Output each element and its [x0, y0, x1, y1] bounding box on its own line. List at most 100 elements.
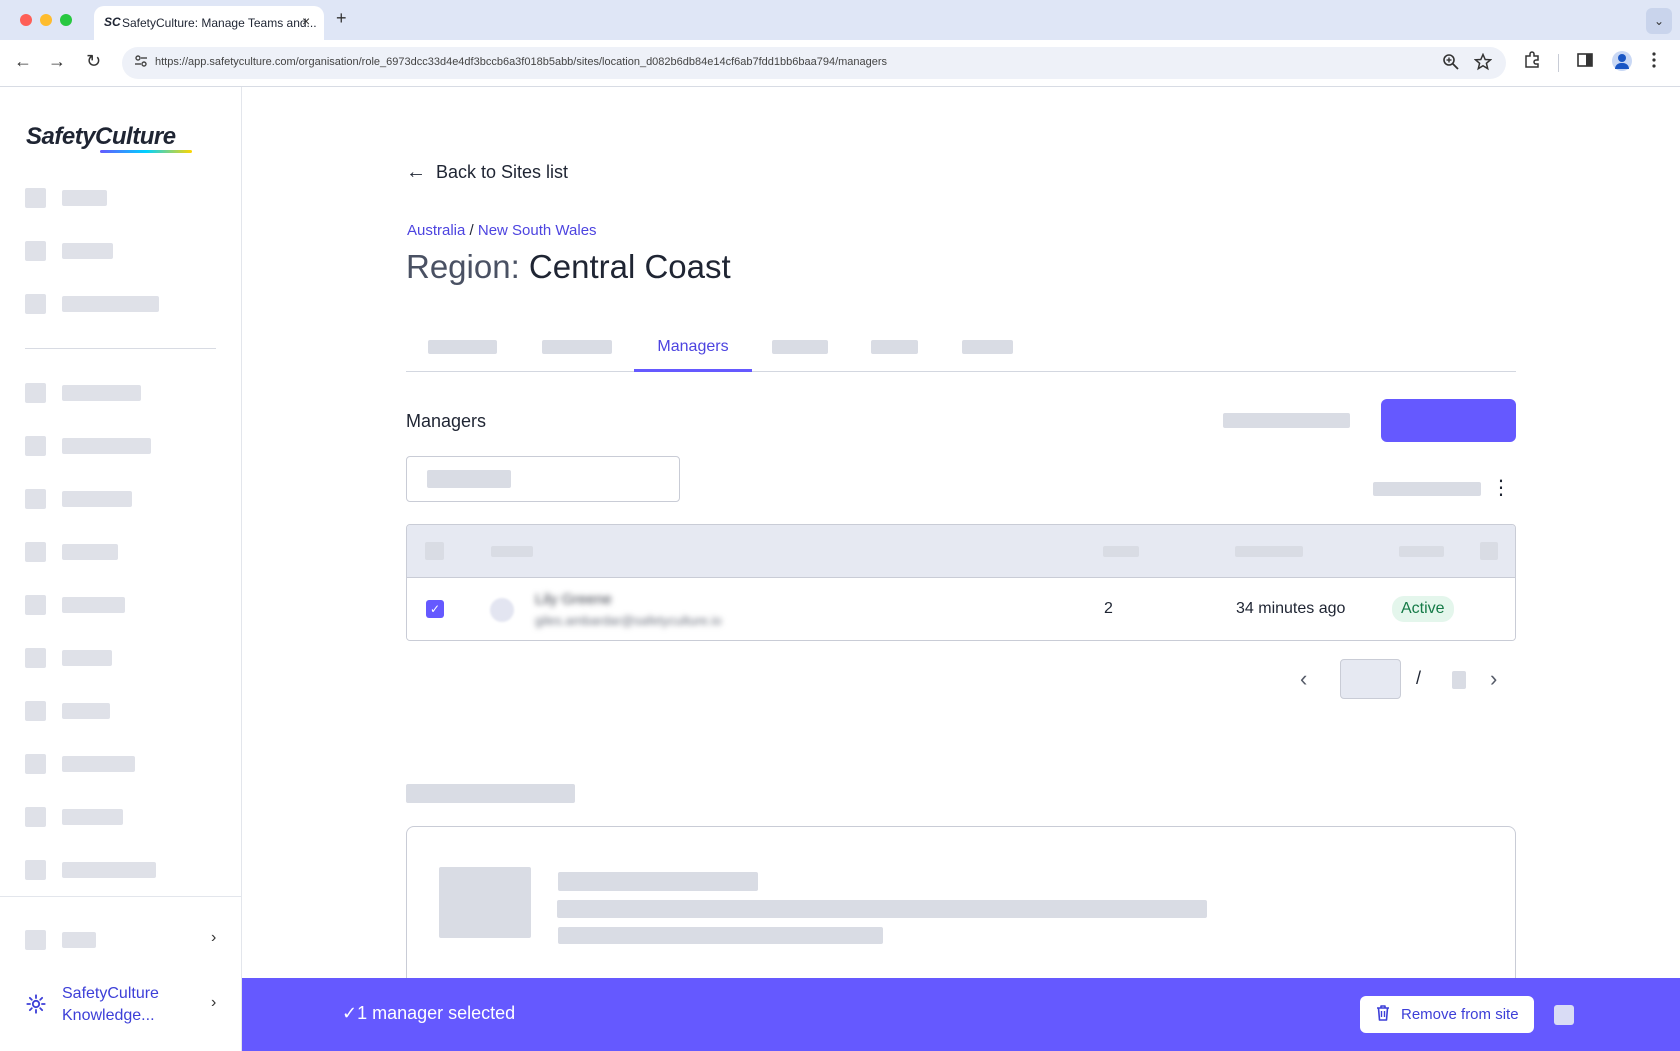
more-options-icon[interactable]: ⋮	[1491, 478, 1511, 498]
sidebar-item-label	[62, 932, 96, 948]
pagination-next-icon[interactable]: ›	[1490, 666, 1497, 692]
sidebar-item-icon	[25, 595, 46, 615]
card-text-placeholder	[557, 900, 1207, 918]
table-row[interactable]: ✓ Lily Greene giles.ambardar@safetycultu…	[407, 579, 1515, 640]
back-label: Back to Sites list	[436, 162, 569, 182]
address-bar[interactable]: https://app.safetyculture.com/organisati…	[122, 47, 1506, 79]
column-header-last-active[interactable]	[1235, 546, 1303, 557]
add-manager-button[interactable]	[1381, 399, 1516, 442]
site-settings-icon[interactable]	[134, 54, 148, 68]
favicon-icon: SC	[104, 15, 121, 29]
sidebar-item[interactable]	[25, 858, 225, 882]
sidebar-item-icon	[25, 241, 46, 261]
tab-placeholder[interactable]	[542, 340, 612, 354]
sidebar-item[interactable]	[25, 239, 225, 263]
search-input[interactable]	[406, 456, 680, 502]
close-selection-icon[interactable]	[1554, 1005, 1574, 1025]
sidebar-item[interactable]	[25, 805, 225, 829]
sidebar-bottom-divider	[0, 896, 242, 897]
column-header-count[interactable]	[1103, 546, 1139, 557]
trash-icon	[1377, 1005, 1389, 1021]
sidebar-item-icon	[25, 436, 46, 456]
sidebar-item[interactable]	[25, 752, 225, 776]
safetyculture-logo[interactable]: SafetyCulture	[26, 123, 176, 151]
managers-table: ✓ Lily Greene giles.ambardar@safetycultu…	[406, 524, 1516, 641]
back-to-sites-link[interactable]: ← Back to Sites list	[406, 161, 568, 184]
tab-bar: Managers	[406, 330, 1516, 372]
minimize-window-button[interactable]	[40, 14, 52, 26]
sidebar-item-label	[62, 385, 141, 401]
back-nav-icon[interactable]: ←	[14, 51, 32, 72]
manager-name: Lily Greene	[535, 591, 612, 608]
sidebar-account-item[interactable]	[25, 928, 225, 952]
card-title-placeholder	[558, 872, 758, 891]
column-header-name[interactable]	[491, 546, 533, 557]
column-settings[interactable]	[1480, 542, 1498, 560]
sidebar-item[interactable]	[25, 487, 225, 511]
new-tab-button[interactable]: +	[336, 8, 347, 29]
card-text-placeholder	[558, 927, 883, 944]
filter-placeholder[interactable]	[1373, 482, 1481, 496]
tab-placeholder[interactable]	[772, 340, 828, 354]
page-number-input[interactable]	[1340, 659, 1401, 699]
tab-managers[interactable]: Managers	[634, 330, 752, 372]
secondary-button-placeholder[interactable]	[1223, 413, 1350, 428]
close-window-button[interactable]	[20, 14, 32, 26]
sidebar-item-label	[62, 703, 110, 719]
column-header-status[interactable]	[1399, 546, 1444, 557]
selection-count: ✓1 manager selected	[342, 1003, 516, 1023]
chevron-right-icon[interactable]: ›	[211, 929, 216, 947]
tab-title: SafetyCulture: Manage Teams and...	[122, 16, 317, 30]
sidebar-item-icon	[25, 930, 46, 950]
sidebar-item[interactable]	[25, 593, 225, 617]
sidepanel-icon[interactable]	[1576, 51, 1594, 69]
arrow-left-icon: ←	[406, 161, 426, 183]
title-prefix: Region:	[406, 248, 529, 285]
sidebar-item[interactable]	[25, 186, 225, 210]
logo-underline	[100, 150, 192, 153]
sidebar-item[interactable]	[25, 381, 225, 405]
sidebar-item-label	[62, 438, 151, 454]
sidebar-item[interactable]	[25, 540, 225, 564]
breadcrumb: Australia / New South Wales	[407, 222, 597, 239]
row-checkbox[interactable]: ✓	[426, 600, 444, 618]
chevron-right-icon[interactable]: ›	[211, 994, 216, 1012]
tab-placeholder[interactable]	[871, 340, 918, 354]
sidebar-item-icon	[25, 860, 46, 880]
sidebar-item-icon	[25, 648, 46, 668]
zoom-icon[interactable]	[1442, 53, 1460, 71]
sidebar-item[interactable]	[25, 699, 225, 723]
extensions-icon[interactable]	[1523, 51, 1541, 69]
menu-icon[interactable]	[1651, 51, 1657, 69]
tab-placeholder[interactable]	[428, 340, 497, 354]
sidebar-item[interactable]	[25, 292, 225, 316]
url-text[interactable]: https://app.safetyculture.com/organisati…	[155, 56, 887, 68]
breadcrumb-new-south-wales[interactable]: New South Wales	[478, 222, 597, 239]
breadcrumb-australia[interactable]: Australia	[407, 222, 465, 239]
search-placeholder	[427, 470, 511, 488]
sidebar-item-knowledge[interactable]: SafetyCulture Knowledge...	[25, 981, 225, 1029]
star-icon[interactable]	[1474, 53, 1492, 71]
tab-placeholder[interactable]	[962, 340, 1013, 354]
pagination-prev-icon[interactable]: ‹	[1300, 666, 1307, 692]
sidebar-item-icon	[25, 489, 46, 509]
tab-search-button[interactable]: ⌄	[1646, 8, 1672, 34]
profile-icon[interactable]	[1612, 51, 1632, 71]
forward-nav-icon[interactable]: →	[48, 51, 66, 72]
section-title: Managers	[406, 411, 487, 431]
sidebar-divider	[25, 348, 216, 349]
reload-icon[interactable]: ↻	[86, 51, 101, 72]
select-all-checkbox[interactable]	[425, 542, 444, 560]
browser-tab[interactable]: SC SafetyCulture: Manage Teams and... ×	[94, 6, 324, 40]
sidebar-item[interactable]	[25, 434, 225, 458]
avatar	[490, 598, 514, 622]
maximize-window-button[interactable]	[60, 14, 72, 26]
sidebar-item-icon	[25, 701, 46, 721]
breadcrumb-separator: /	[465, 222, 478, 239]
toolbar-divider	[1558, 54, 1559, 72]
sidebar-item-icon	[25, 383, 46, 403]
remove-from-site-button[interactable]: Remove from site	[1360, 996, 1534, 1033]
tab-close-icon[interactable]: ×	[302, 13, 310, 29]
cell-last-active: 34 minutes ago	[1236, 600, 1346, 617]
sidebar-item[interactable]	[25, 646, 225, 670]
